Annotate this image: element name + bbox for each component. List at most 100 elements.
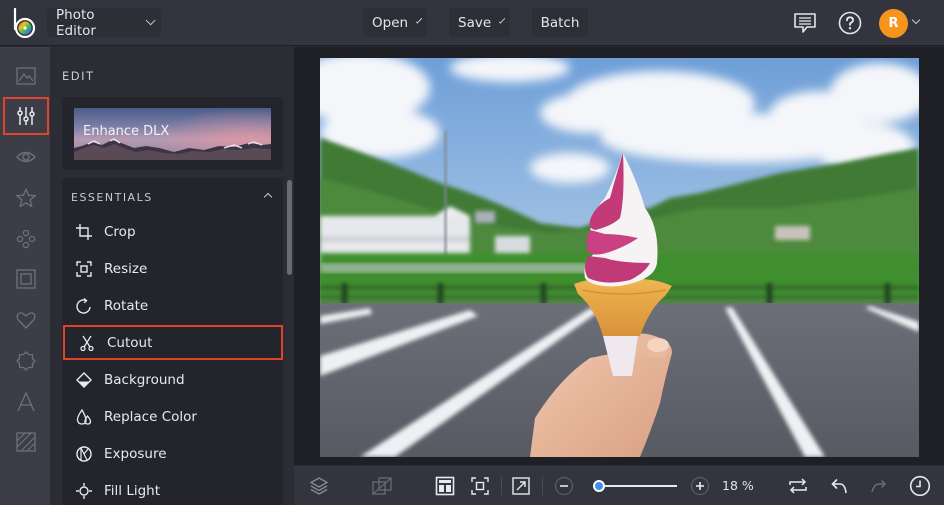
badge-icon: [16, 351, 36, 371]
fullscreen-button[interactable]: [510, 475, 532, 497]
batch-button[interactable]: Batch: [532, 8, 588, 37]
expand-icon: [512, 477, 530, 495]
compare-icon: [372, 477, 392, 495]
tool-crop[interactable]: Crop: [62, 214, 283, 249]
tool-label: Crop: [104, 223, 136, 240]
rail-item-text[interactable]: [3, 383, 49, 421]
fit-screen-icon: [471, 477, 489, 495]
layers-button[interactable]: [308, 475, 330, 497]
eye-icon: [16, 151, 36, 163]
zoom-in-icon: [690, 476, 710, 496]
enhance-dlx-label: Enhance DLX: [83, 124, 170, 139]
fill-light-icon: [76, 482, 92, 499]
heart-icon: [16, 312, 36, 329]
zoom-slider-thumb[interactable]: [592, 480, 605, 492]
avatar-initial: R: [888, 16, 899, 31]
enhance-dlx-thumbnail: Enhance DLX: [74, 108, 271, 160]
exposure-icon: [76, 445, 92, 462]
chevron-down-icon: [145, 15, 156, 26]
help-button[interactable]: [836, 9, 864, 37]
tool-label: Rotate: [104, 297, 149, 314]
zoom-in-button[interactable]: [689, 475, 711, 497]
tool-resize[interactable]: Resize: [62, 251, 283, 286]
ice-cream-photo: [320, 58, 919, 457]
compare-button[interactable]: [371, 475, 393, 497]
undo-button[interactable]: [828, 475, 850, 497]
tool-label: Background: [104, 371, 185, 388]
history-button[interactable]: [909, 475, 931, 497]
scissors-icon: [80, 335, 94, 351]
sliders-icon: [17, 107, 35, 125]
droplets-icon: [76, 408, 92, 425]
text-icon: [17, 391, 35, 412]
chevron-down-icon: [499, 17, 506, 24]
redo-icon: [871, 479, 887, 493]
zoom-out-icon: [554, 476, 574, 496]
tool-label: Replace Color: [104, 408, 197, 425]
rail-item-frames[interactable]: [3, 260, 49, 298]
star-icon: [16, 188, 36, 208]
rail-item-image-manager[interactable]: [3, 57, 49, 95]
background-icon: [76, 371, 92, 388]
zoom-slider-track[interactable]: [594, 485, 677, 487]
befunky-logo-icon[interactable]: [12, 7, 38, 39]
open-button[interactable]: Open: [363, 8, 427, 37]
tool-rotate[interactable]: Rotate: [62, 288, 283, 323]
help-icon: [838, 11, 862, 35]
canvas-area: [294, 47, 944, 465]
crop-icon: [76, 223, 92, 240]
save-button[interactable]: Save: [449, 8, 510, 37]
edit-panel: EDIT Enhance DLX ESSENTIALS Crop Resize: [51, 47, 294, 505]
rail-item-effects[interactable]: [3, 179, 49, 217]
resize-icon: [76, 260, 92, 277]
fit-screen-button[interactable]: [469, 475, 491, 497]
tool-fill-light[interactable]: Fill Light: [62, 473, 283, 505]
panel-scrollbar[interactable]: [287, 180, 292, 275]
collapse-chevron-up-icon[interactable]: [263, 192, 273, 202]
circles-icon: [16, 229, 36, 249]
toolbar-divider: [542, 477, 543, 495]
photo-editor-menu[interactable]: Photo Editor: [47, 6, 161, 39]
toolbar-divider: [501, 477, 502, 495]
account-chevron-down-icon[interactable]: [911, 15, 921, 25]
rail-item-overlays[interactable]: [3, 342, 49, 380]
redo-button[interactable]: [868, 475, 890, 497]
essentials-heading: ESSENTIALS: [71, 191, 153, 204]
layers-icon: [309, 477, 329, 495]
rail-item-edit[interactable]: [3, 97, 49, 135]
open-label: Open: [372, 14, 409, 31]
top-bar: Photo Editor Open Save Batch R: [0, 0, 944, 46]
rail-item-textures[interactable]: [3, 423, 49, 461]
bottom-toolbar: 18 %: [294, 466, 944, 505]
photo-canvas[interactable]: [320, 58, 919, 457]
frame-icon: [16, 269, 36, 289]
chevron-down-icon: [415, 17, 423, 24]
rotate-icon: [76, 297, 91, 314]
layout-icon: [435, 476, 455, 496]
user-avatar[interactable]: R: [879, 9, 908, 38]
rail-item-graphics[interactable]: [3, 301, 49, 339]
tool-label: Exposure: [104, 445, 167, 462]
texture-icon: [16, 432, 36, 452]
layout-button[interactable]: [434, 475, 456, 497]
mountain-frame-icon: [16, 67, 36, 85]
tool-background[interactable]: Background: [62, 362, 283, 397]
panel-title: EDIT: [62, 69, 95, 83]
history-icon: [909, 475, 931, 497]
enhance-dlx-card[interactable]: Enhance DLX: [62, 97, 283, 170]
tool-label: Cutout: [107, 334, 153, 351]
tool-cutout[interactable]: Cutout: [63, 325, 283, 360]
rail-item-touch-up[interactable]: [3, 138, 49, 176]
feedback-button[interactable]: [791, 9, 819, 37]
batch-label: Batch: [540, 14, 580, 31]
zoom-out-button[interactable]: [553, 475, 575, 497]
photo-editor-label: Photo Editor: [56, 6, 96, 39]
tool-category-rail: [0, 47, 51, 505]
swap-button[interactable]: [787, 475, 809, 497]
rail-item-artsy[interactable]: [3, 220, 49, 258]
chat-icon: [794, 13, 816, 33]
save-label: Save: [458, 14, 492, 31]
tool-replace-color[interactable]: Replace Color: [62, 399, 283, 434]
tool-exposure[interactable]: Exposure: [62, 436, 283, 471]
swap-icon: [789, 478, 807, 494]
